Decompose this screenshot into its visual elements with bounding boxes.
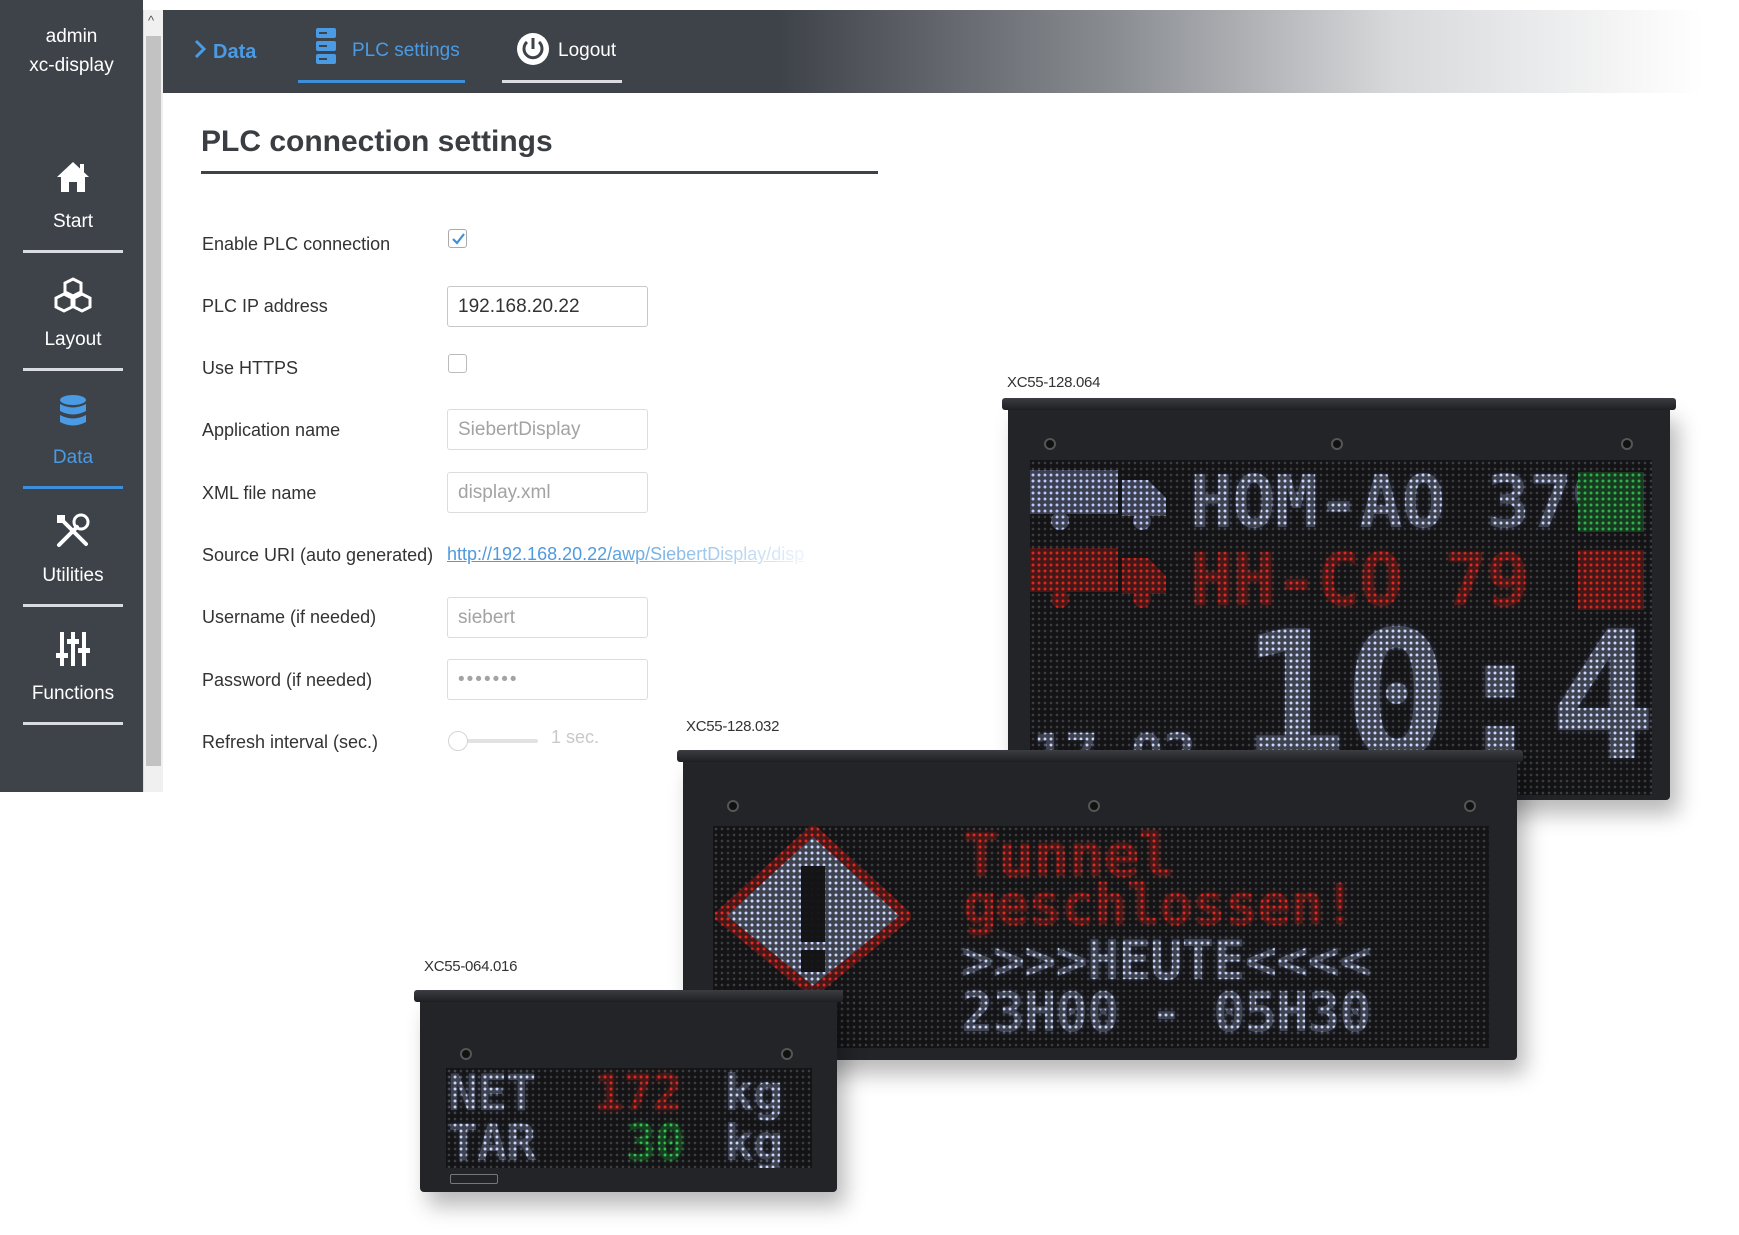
app-root: { "sidebar": { "user_line1": "admin", "u…	[0, 0, 1739, 1235]
screw	[460, 1048, 472, 1060]
sidebar-item-label: Start	[52, 211, 94, 232]
refresh-interval-label: Refresh interval (sec.)	[202, 732, 379, 752]
model-label-mid: XC55-128.032	[686, 718, 780, 735]
refresh-interval-value: 1 sec.	[551, 727, 600, 747]
model-label-small: XC55-064.016	[424, 958, 518, 975]
scroll-up-icon[interactable]: ^	[148, 14, 154, 28]
screw	[1621, 438, 1633, 450]
screw	[1464, 800, 1476, 812]
username-input[interactable]	[447, 597, 648, 638]
led-net-value: 172	[594, 1068, 682, 1122]
screw	[1331, 438, 1343, 450]
home-icon	[53, 157, 93, 197]
breadcrumb-data[interactable]: Data	[191, 10, 271, 83]
led-panel-large: HOM-AO 379 HH-CO 79 10:43H 17.02	[1030, 460, 1652, 795]
sidebar-item-layout[interactable]: Layout	[23, 253, 123, 371]
sidebar-item-utilities[interactable]: Utilities	[23, 489, 123, 607]
display-lid	[677, 750, 1523, 762]
xml-file-name-input[interactable]	[447, 472, 648, 513]
sidebar-item-functions[interactable]: Functions	[23, 607, 123, 725]
display-large: HOM-AO 379 HH-CO 79 10:43H 17.02	[1002, 398, 1676, 800]
sliders-icon	[53, 629, 93, 669]
truck-icon	[1030, 466, 1170, 537]
server-icon	[313, 26, 339, 72]
username-label: Username (if needed)	[202, 607, 377, 627]
led-line-today: >>>>HEUTE<<<<	[961, 929, 1372, 992]
tools-icon	[53, 511, 93, 551]
checkmark-icon	[452, 233, 465, 245]
status-square-green	[1578, 472, 1644, 532]
tab-label: Logout	[558, 40, 617, 61]
tab-label: PLC settings	[352, 40, 460, 61]
led-dot-mask	[713, 826, 1489, 1048]
display-mid: Tunnel geschlossen! >>>>HEUTE<<<< 23H00 …	[677, 750, 1523, 1060]
breadcrumb-label: Data	[213, 41, 257, 63]
page-title: PLC connection settings	[201, 125, 553, 158]
password-input[interactable]	[447, 659, 648, 700]
plc-ip-input[interactable]	[447, 286, 648, 327]
sidebar-item-data[interactable]: Data	[23, 371, 123, 489]
xml-file-name-label: XML file name	[202, 483, 317, 503]
power-icon	[516, 32, 550, 72]
cubes-icon	[53, 275, 93, 315]
source-uri-link[interactable]: http://192.168.20.22/awp/SiebertDisplay/…	[447, 544, 827, 565]
top-navigation: Data PLC settings Logout	[163, 10, 1703, 93]
led-clock: 10:43H	[1240, 593, 1652, 795]
tab-plc-settings[interactable]: PLC settings	[298, 10, 465, 83]
screw	[1044, 438, 1056, 450]
brand-logo	[450, 1174, 498, 1184]
led-tar-unit: kg	[724, 1114, 783, 1168]
use-https-checkbox[interactable]	[448, 354, 467, 373]
sidebar-item-label: Data	[52, 447, 94, 468]
truck-icon	[1030, 544, 1170, 615]
sidebar-item-start[interactable]: Start	[23, 135, 123, 253]
logout-button[interactable]: Logout	[502, 10, 622, 83]
display-lid	[1002, 398, 1676, 410]
led-dot-mask	[446, 1068, 812, 1168]
status-square-red	[1578, 550, 1644, 610]
led-line-closed: geschlossen!	[963, 873, 1357, 938]
screw	[781, 1048, 793, 1060]
led-line-plate-2: HH-CO 79	[1190, 538, 1530, 622]
sidebar-scrollbar[interactable]: ^	[143, 10, 163, 792]
device-name: xc-display	[29, 55, 114, 76]
sidebar: admin xc-display Start Layout Data Utili…	[0, 0, 143, 792]
model-label-large: XC55-128.064	[1007, 374, 1101, 391]
led-line-tunnel: Tunnel	[963, 826, 1175, 891]
led-panel-small: NET 172 kg TAR 30 kg	[446, 1068, 812, 1168]
scrollbar-thumb[interactable]	[146, 36, 161, 766]
sidebar-item-label: Layout	[44, 329, 102, 350]
led-dot-mask	[1030, 460, 1652, 795]
password-label: Password (if needed)	[202, 670, 373, 690]
enable-plc-checkbox[interactable]	[448, 229, 467, 248]
display-lid	[414, 990, 843, 1002]
warning-sign-icon	[713, 826, 915, 1001]
display-small: NET 172 kg TAR 30 kg	[414, 990, 843, 1192]
enable-plc-label: Enable PLC connection	[202, 234, 391, 254]
use-https-label: Use HTTPS	[202, 358, 299, 378]
led-date: 17.02	[1032, 723, 1197, 788]
led-net-label: NET	[448, 1068, 536, 1122]
led-line-hours: 23H00 - 05H30	[961, 981, 1372, 1044]
application-name-label: Application name	[202, 420, 341, 440]
plc-ip-label: PLC IP address	[202, 296, 328, 316]
database-icon	[53, 393, 93, 433]
sidebar-item-label: Functions	[31, 683, 115, 704]
username: admin	[45, 26, 98, 47]
title-divider	[201, 171, 878, 174]
led-panel-mid: Tunnel geschlossen! >>>>HEUTE<<<< 23H00 …	[713, 826, 1489, 1048]
chevron-right-icon	[193, 39, 207, 65]
led-net-unit: kg	[724, 1068, 783, 1122]
screw	[727, 800, 739, 812]
led-tar-value: 30	[626, 1114, 685, 1168]
led-tar-label: TAR	[448, 1114, 536, 1168]
sidebar-item-label: Utilities	[42, 565, 104, 586]
user-info: admin xc-display	[0, 0, 143, 110]
application-name-input[interactable]	[447, 409, 648, 450]
led-line-plate-1: HOM-AO 379	[1190, 460, 1614, 544]
screw	[1088, 800, 1100, 812]
source-uri-label: Source URI (auto generated)	[202, 545, 434, 565]
refresh-slider-thumb[interactable]	[448, 731, 468, 751]
